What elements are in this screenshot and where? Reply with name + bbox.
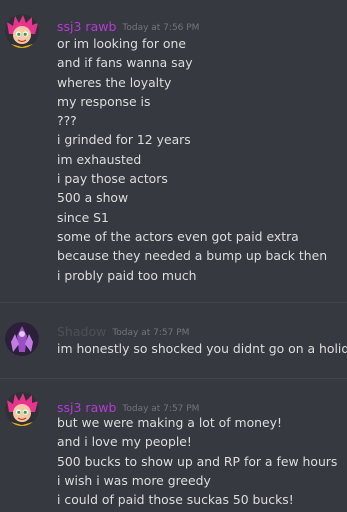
message-line: i grinded for 12 years <box>57 132 191 148</box>
message-line: my response is <box>57 93 151 109</box>
message-group: ssj3 rawb Today at 7:57 PM but we were ma… <box>0 379 347 512</box>
message-header: ssj3 rawb Today at 7:57 PM <box>57 397 199 415</box>
message-line: i wish i was more greedy <box>57 472 211 488</box>
author-name[interactable]: Shadow <box>57 324 106 339</box>
chat-messages: ssj3 rawb Today at 7:56 PM or im looking … <box>0 0 347 512</box>
message-line: but we were making a lot of money! <box>57 415 282 430</box>
message-timestamp[interactable]: Today at 7:57 PM <box>112 328 189 338</box>
message-line: or im looking for one <box>57 36 186 51</box>
message-line: i pay those actors <box>57 171 168 187</box>
message-line: im honestly so shocked you didnt go on a… <box>57 341 347 356</box>
user-avatar[interactable] <box>5 392 39 426</box>
message-line: 500 bucks to show up and RP for a few ho… <box>57 453 338 469</box>
message-line: some of the actors even got paid extra <box>57 228 299 244</box>
message-header: Shadow Today at 7:57 PM <box>57 321 189 339</box>
message-timestamp[interactable]: Today at 7:56 PM <box>122 23 199 33</box>
message-line: i probly paid too much <box>57 267 197 283</box>
user-avatar[interactable] <box>5 322 39 356</box>
message-group: ssj3 rawb Today at 7:56 PM or im looking … <box>0 0 347 300</box>
message-line: and if fans wanna say <box>57 55 193 71</box>
message-line: 500 a show <box>57 190 129 206</box>
author-name[interactable]: ssj3 rawb <box>57 19 116 34</box>
message-line: ??? <box>57 113 77 129</box>
message-line: and i love my people! <box>57 434 192 450</box>
message-line: because they needed a bump up back then <box>57 248 328 264</box>
message-line: wheres the loyalty <box>57 74 172 90</box>
message-header: ssj3 rawb Today at 7:56 PM <box>57 16 199 34</box>
message-lines: im honestly so shocked you didnt go on a… <box>57 339 347 358</box>
message-line: since S1 <box>57 209 109 225</box>
message-lines: but we were making a lot of money! and i… <box>57 413 337 509</box>
message-line: im exhausted <box>57 151 142 167</box>
message-line: i could of paid those suckas 50 bucks! <box>57 492 294 508</box>
message-lines: or im looking for one and if fans wanna … <box>57 34 327 285</box>
message-group: Shadow Today at 7:57 PM im honestly so sh… <box>0 303 347 378</box>
user-avatar[interactable] <box>5 14 39 48</box>
